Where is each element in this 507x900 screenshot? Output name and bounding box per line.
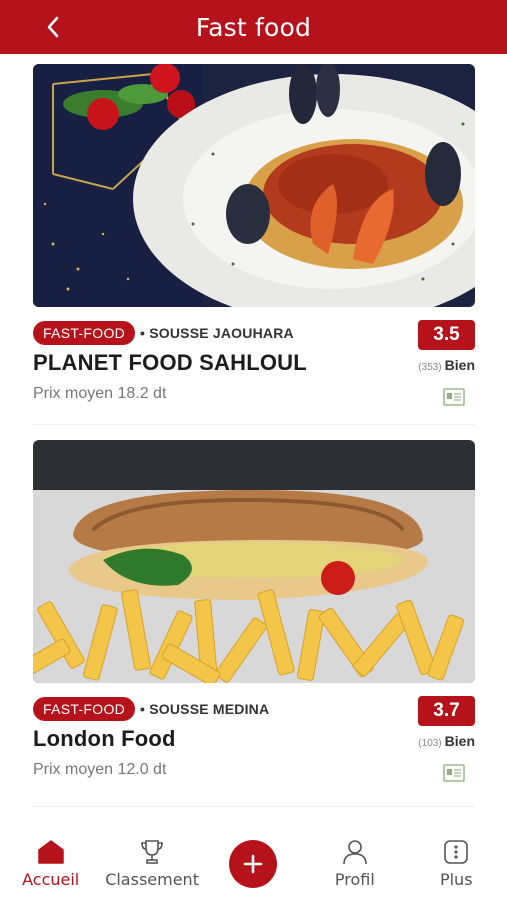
nav-item-add[interactable] [208, 838, 298, 888]
category-badge: FAST-FOOD [33, 697, 136, 721]
nav-label: Classement [105, 870, 199, 889]
review-summary: (103) Bien [418, 733, 475, 749]
home-icon [37, 840, 64, 864]
average-price: Prix moyen 12.0 dt [33, 761, 167, 778]
average-price: Prix moyen 18.2 dt [33, 385, 167, 402]
nav-item-profil[interactable]: Profil [310, 838, 400, 889]
review-summary: (353) Bien [418, 357, 475, 373]
restaurant-card[interactable]: FAST-FOOD • SOUSSE MEDINA London Food Pr… [33, 440, 475, 782]
nav-label: Plus [439, 870, 473, 889]
rating-verdict: Bien [444, 357, 475, 373]
nav-label: Profil [334, 870, 375, 889]
category-badge: FAST-FOOD [33, 321, 136, 345]
menu-card-icon[interactable] [443, 388, 465, 406]
review-count: (103) [418, 738, 442, 749]
nav-item-classement[interactable]: Classement [105, 838, 199, 889]
nav-item-accueil[interactable]: Accueil [6, 838, 96, 889]
add-button[interactable] [229, 840, 278, 888]
nav-label: Accueil [22, 870, 80, 889]
plus-icon [244, 854, 263, 874]
bottom-nav: Accueil Classement Profil Plus [0, 828, 507, 900]
restaurant-name: PLANET FOOD SAHLOUL [33, 350, 307, 375]
more-icon [444, 840, 469, 864]
divider [33, 806, 475, 807]
rating-verdict: Bien [444, 733, 475, 749]
page-title: Fast food [195, 12, 312, 42]
app-bar: Fast food [0, 0, 507, 54]
meta-row: FAST-FOOD • SOUSSE JAOUHARA [33, 321, 294, 345]
restaurant-name: London Food [33, 726, 176, 751]
meta-row: FAST-FOOD • SOUSSE MEDINA [33, 697, 269, 721]
rating-badge: 3.5 [418, 320, 475, 350]
seafood-spaghetti-photo[interactable] [33, 64, 475, 307]
back-button[interactable] [38, 12, 68, 42]
divider [33, 424, 475, 425]
review-count: (353) [418, 362, 442, 373]
location-label: • SOUSSE MEDINA [140, 701, 270, 717]
trophy-icon [141, 840, 163, 864]
nav-item-plus[interactable]: Plus [411, 838, 501, 889]
user-icon [343, 840, 367, 865]
restaurant-card[interactable]: FAST-FOOD • SOUSSE JAOUHARA PLANET FOOD … [33, 64, 475, 406]
chevron-left-icon [47, 16, 59, 38]
menu-card-icon[interactable] [443, 764, 465, 782]
location-label: • SOUSSE JAOUHARA [140, 325, 294, 341]
rating-badge: 3.7 [418, 696, 475, 726]
sandwich-fries-photo[interactable] [33, 440, 475, 683]
